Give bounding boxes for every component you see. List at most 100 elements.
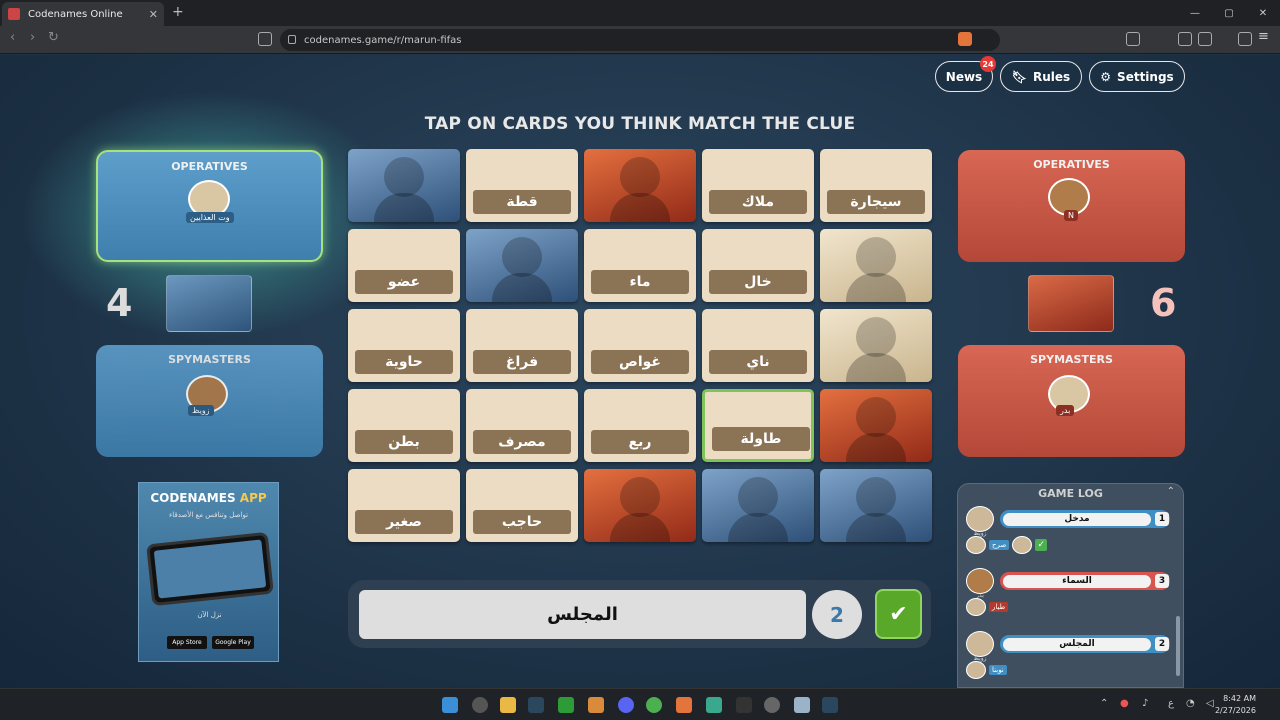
word-card[interactable]: ملاك [702,149,814,222]
word-card[interactable]: ماء [584,229,696,302]
card-word: حاوية [355,350,453,374]
rules-button[interactable]: 🔖︎ Rules [1000,61,1082,92]
log-clue-number: 3 [1155,574,1169,588]
clue-giver-avatar [966,631,994,657]
agent-blue-card[interactable] [348,149,460,222]
start-icon[interactable] [442,697,458,713]
app-icon[interactable] [764,697,780,713]
maximize-button[interactable]: ▢ [1212,0,1246,26]
word-card[interactable]: عضو [348,229,460,302]
volume-icon[interactable]: ◁ [1206,698,1214,709]
red-spymaster-name: بدر [1056,405,1075,416]
app-store-badge[interactable]: App Store [167,636,207,649]
agent-body [492,273,552,302]
new-tab-button[interactable]: + [172,4,184,20]
mic-icon[interactable]: ♪ [1142,698,1148,709]
minimize-button[interactable]: — [1178,0,1212,26]
chrome-icon[interactable] [646,697,662,713]
tab-title: Codenames Online [28,8,123,20]
log-clue-word: مدخل [1003,512,1151,526]
vpn-icon[interactable] [1238,32,1252,46]
collapse-chevron-icon[interactable]: ⌃ [1167,486,1175,497]
app-icon[interactable] [794,697,810,713]
wifi-icon[interactable]: ◔ [1186,698,1195,709]
agent-red-card[interactable] [584,469,696,542]
capcut-icon[interactable] [736,697,752,713]
google-play-badge[interactable]: Google Play [212,636,254,649]
brave-icon[interactable] [676,697,692,713]
settings-app-icon[interactable] [472,697,488,713]
word-card[interactable]: بطن [348,389,460,462]
agent-blue-card[interactable] [702,469,814,542]
word-card[interactable]: طاولة [702,389,814,462]
tab-favicon-icon [8,8,20,20]
close-window-button[interactable]: ✕ [1246,0,1280,26]
tray-app-icon[interactable]: ● [1120,698,1129,709]
word-card[interactable]: حاوية [348,309,460,382]
wallet-icon[interactable] [1198,32,1212,46]
card-word: عضو [355,270,453,294]
bystander-card[interactable] [820,309,932,382]
bystander-card[interactable] [820,229,932,302]
browser-tab[interactable]: Codenames Online ✕ [2,2,164,26]
agent-figure [856,397,896,437]
extensions-icon[interactable] [1126,32,1140,46]
codenames-app-promo[interactable]: CODENAMES APP تواصل وتنافس مع الأصدقاء ن… [138,482,279,662]
agent-red-card[interactable] [584,149,696,222]
word-card[interactable]: صغير [348,469,460,542]
word-card[interactable]: فراغ [466,309,578,382]
steam-icon[interactable] [528,697,544,713]
news-count-badge: 24 [980,56,996,72]
word-card[interactable]: ناي [702,309,814,382]
xbox-icon[interactable] [558,697,574,713]
word-card[interactable]: ربع [584,389,696,462]
card-word: خال [709,270,807,294]
back-icon[interactable]: ‹ [10,30,15,45]
blue-score: 4 [106,281,133,325]
news-button[interactable]: News 24 [935,56,996,92]
card-word: فراغ [473,350,571,374]
log-clue-bar: السماء 3 [1000,572,1170,590]
card-word: ماء [591,270,689,294]
site-info-icon[interactable] [288,35,296,44]
end-guessing-button[interactable]: ✔ [875,589,922,639]
file-explorer-icon[interactable] [500,697,516,713]
word-card[interactable]: غواص [584,309,696,382]
agent-blue-card[interactable] [466,229,578,302]
app-icon[interactable] [588,697,604,713]
word-card[interactable]: قطة [466,149,578,222]
language-indicator[interactable]: ع [1168,698,1174,709]
card-word: مصرف [473,430,571,454]
clock-time: 8:42 AM [1223,694,1256,703]
agent-red-card[interactable] [820,389,932,462]
guesser-avatar [966,536,986,554]
red-operatives-title: OPERATIVES [1033,158,1110,171]
game-log-scrollbar[interactable] [1176,616,1180,676]
agent-blue-card[interactable] [820,469,932,542]
tab-close-icon[interactable]: ✕ [149,8,158,21]
clock[interactable]: 8:42 AM 2/27/2026 [1215,693,1256,717]
steam-icon[interactable] [822,697,838,713]
clue-giver-avatar [966,506,994,532]
sidebar-icon[interactable] [1178,32,1192,46]
discord-icon[interactable] [618,697,634,713]
tray-chevron-icon[interactable]: ⌃ [1100,698,1108,709]
word-card[interactable]: سيجارة [820,149,932,222]
app-icon[interactable] [706,697,722,713]
red-spymasters-panel: SPYMASTERS بدر [958,345,1185,457]
menu-icon[interactable]: ≡ [1258,29,1272,44]
guessed-card-avatar [1012,536,1033,554]
log-clue-bar: مدخل 1 [1000,510,1170,528]
url-field[interactable]: codenames.game/r/marun-fifas [280,29,1000,51]
brave-shield-icon[interactable] [958,32,972,46]
blue-operatives-title: OPERATIVES [171,160,248,173]
guesser-name: طيار [989,602,1009,612]
settings-button[interactable]: ⚙ Settings [1089,61,1185,92]
forward-icon[interactable]: › [30,30,35,45]
card-word: غواص [591,350,689,374]
reload-icon[interactable]: ↻ [48,30,59,45]
bookmark-icon[interactable] [258,32,272,46]
word-card[interactable]: خال [702,229,814,302]
word-card[interactable]: حاجب [466,469,578,542]
word-card[interactable]: مصرف [466,389,578,462]
